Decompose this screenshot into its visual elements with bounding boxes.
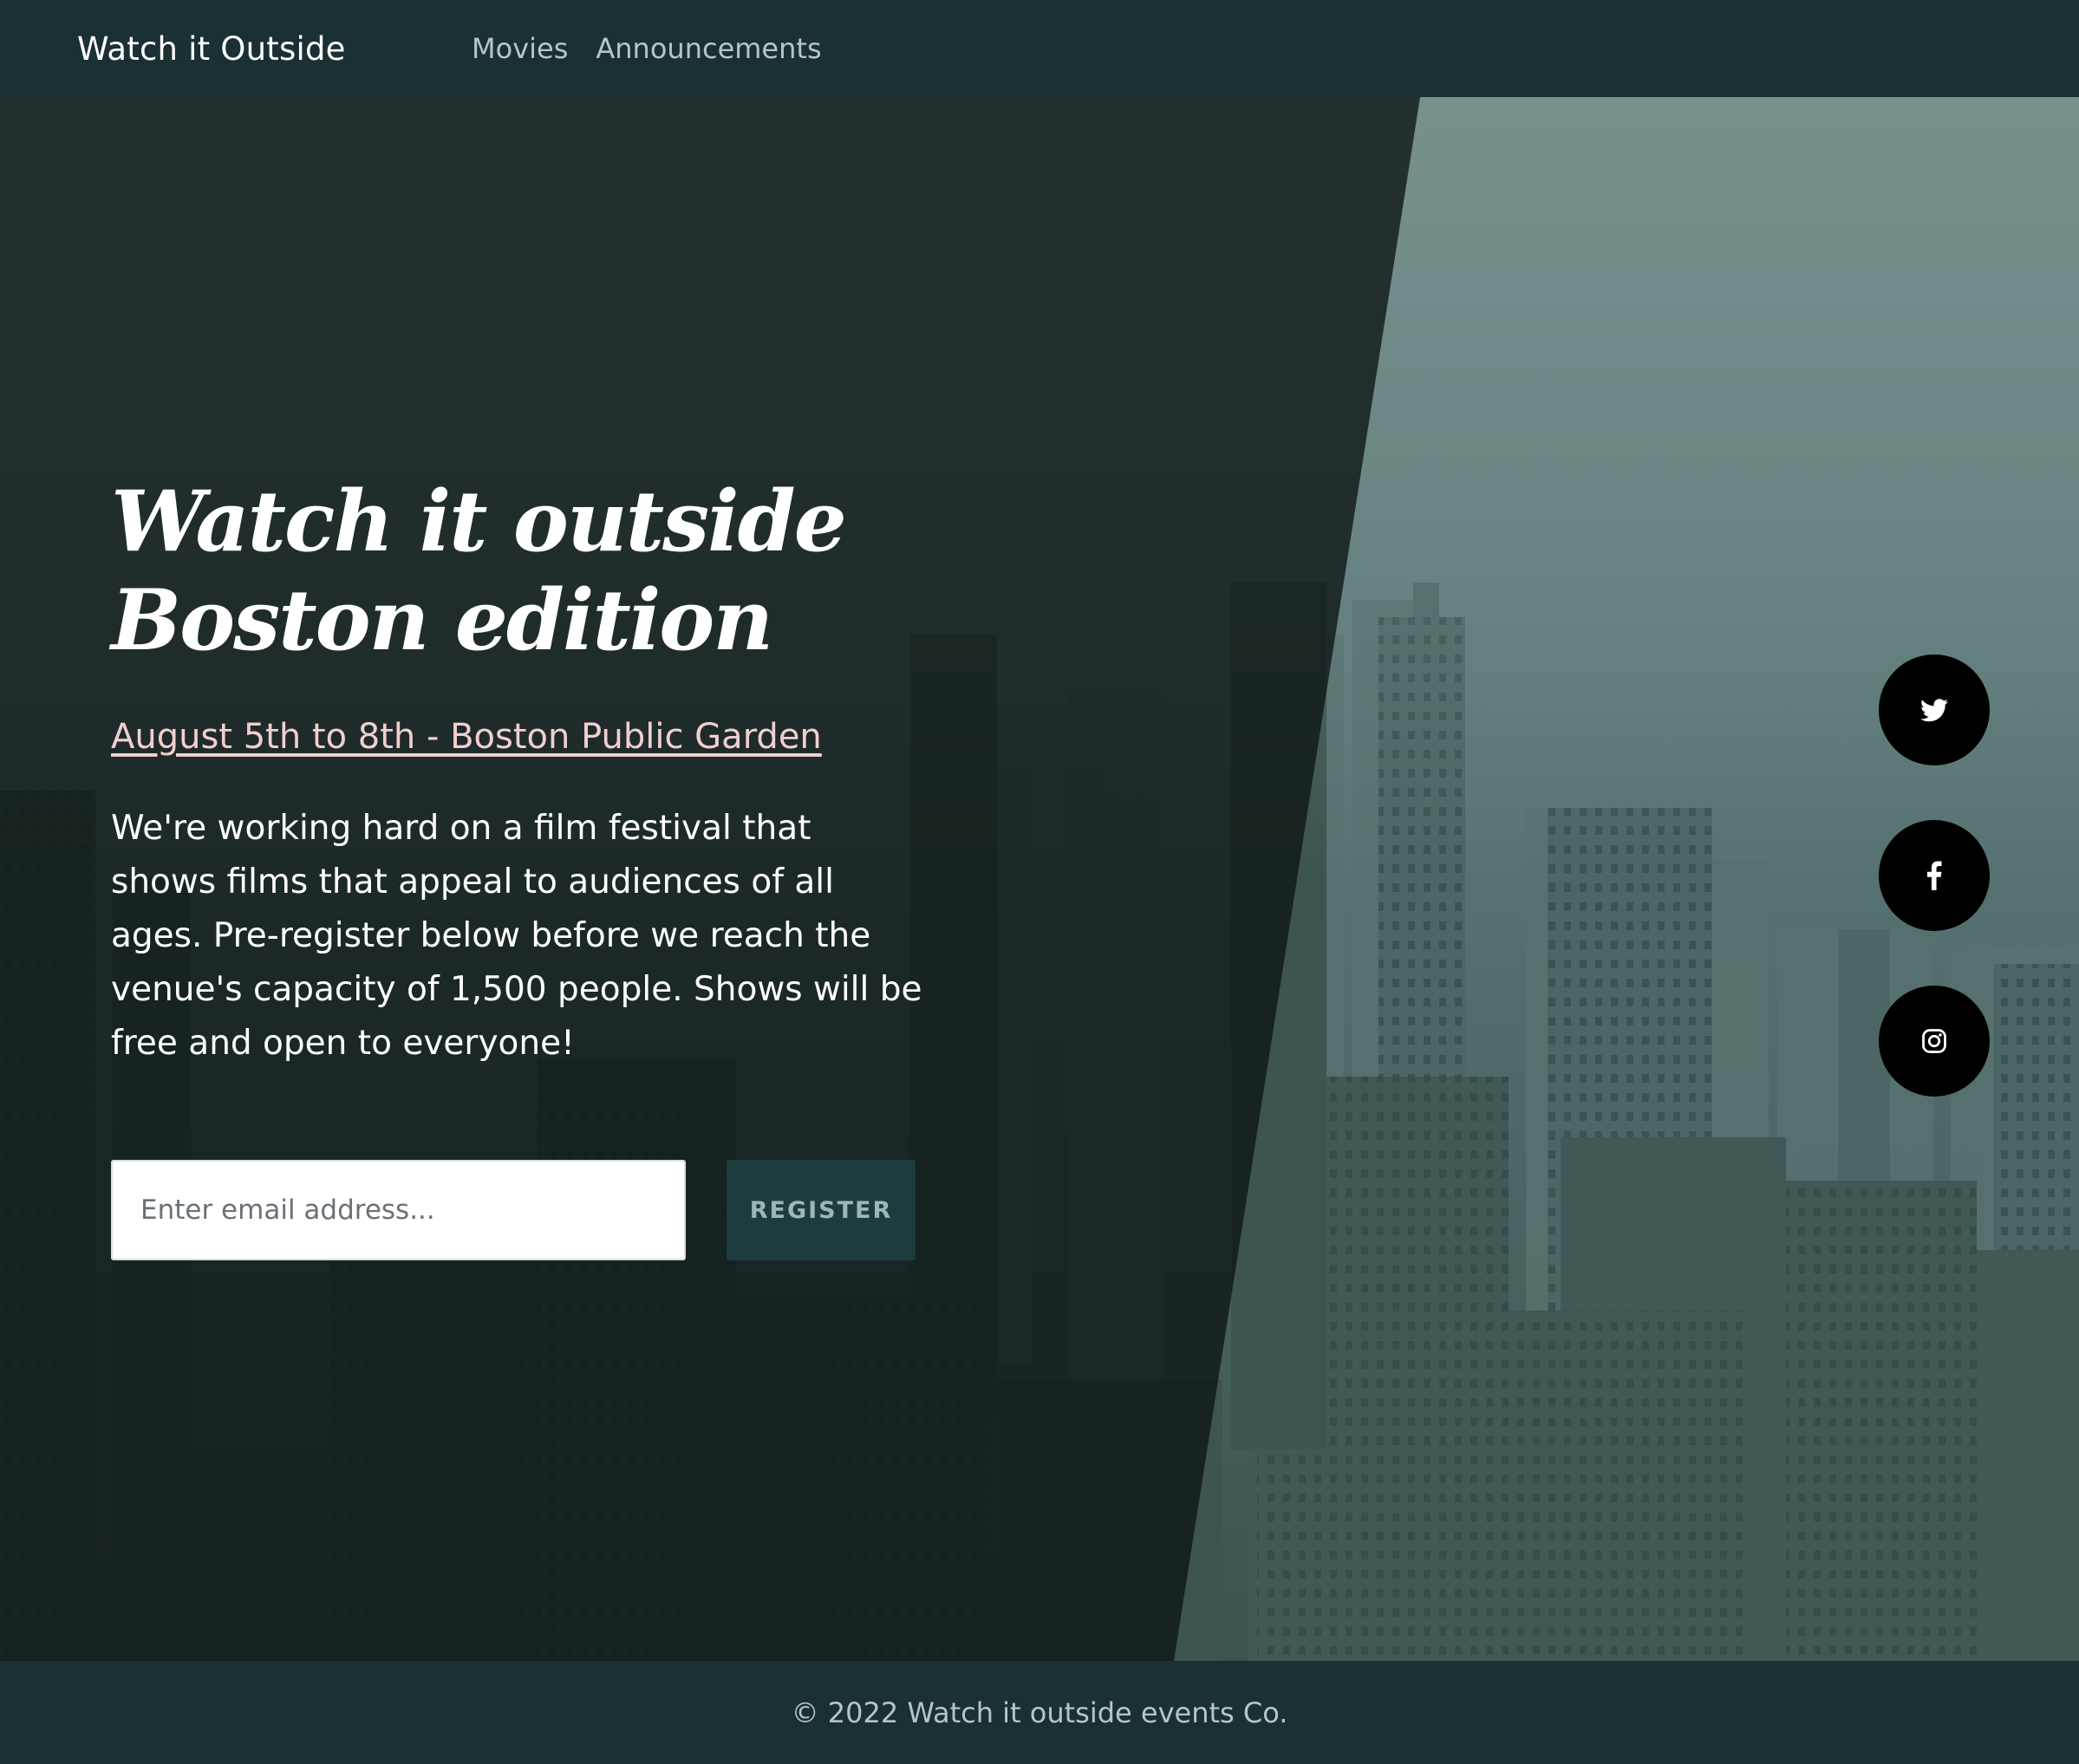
hero-description: We're working hard on a film festival th… bbox=[111, 809, 922, 1063]
register-button[interactable]: REGISTER bbox=[727, 1160, 916, 1260]
site-footer: © 2022 Watch it outside events Co. bbox=[0, 1661, 2079, 1764]
brand-logo[interactable]: Watch it Outside bbox=[77, 30, 472, 68]
hero-section: Watch it outside Boston edition August 5… bbox=[0, 97, 2079, 1661]
instagram-button[interactable] bbox=[1879, 986, 1990, 1097]
event-date-location-link[interactable]: August 5th to 8th - Boston Public Garden bbox=[111, 717, 822, 757]
nav-link-announcements[interactable]: Announcements bbox=[596, 32, 821, 65]
twitter-icon bbox=[1920, 698, 1948, 721]
register-form: REGISTER bbox=[111, 1160, 943, 1260]
nav-link-movies[interactable]: Movies bbox=[472, 32, 568, 65]
facebook-button[interactable] bbox=[1879, 820, 1990, 931]
hero-title-line-1: Watch it outside bbox=[111, 472, 847, 570]
facebook-icon bbox=[1927, 861, 1942, 890]
instagram-icon bbox=[1922, 1029, 1946, 1053]
hero-content: Watch it outside Boston edition August 5… bbox=[111, 472, 943, 1260]
email-input[interactable] bbox=[111, 1160, 686, 1260]
social-links bbox=[1879, 654, 1990, 1097]
hero-title-line-2: Boston edition bbox=[111, 571, 773, 669]
main-nav: Movies Announcements bbox=[472, 32, 822, 65]
hero-title: Watch it outside Boston edition bbox=[111, 472, 943, 670]
copyright-text: © 2022 Watch it outside events Co. bbox=[791, 1696, 1288, 1729]
twitter-button[interactable] bbox=[1879, 654, 1990, 765]
site-header: Watch it Outside Movies Announcements bbox=[0, 0, 2079, 97]
